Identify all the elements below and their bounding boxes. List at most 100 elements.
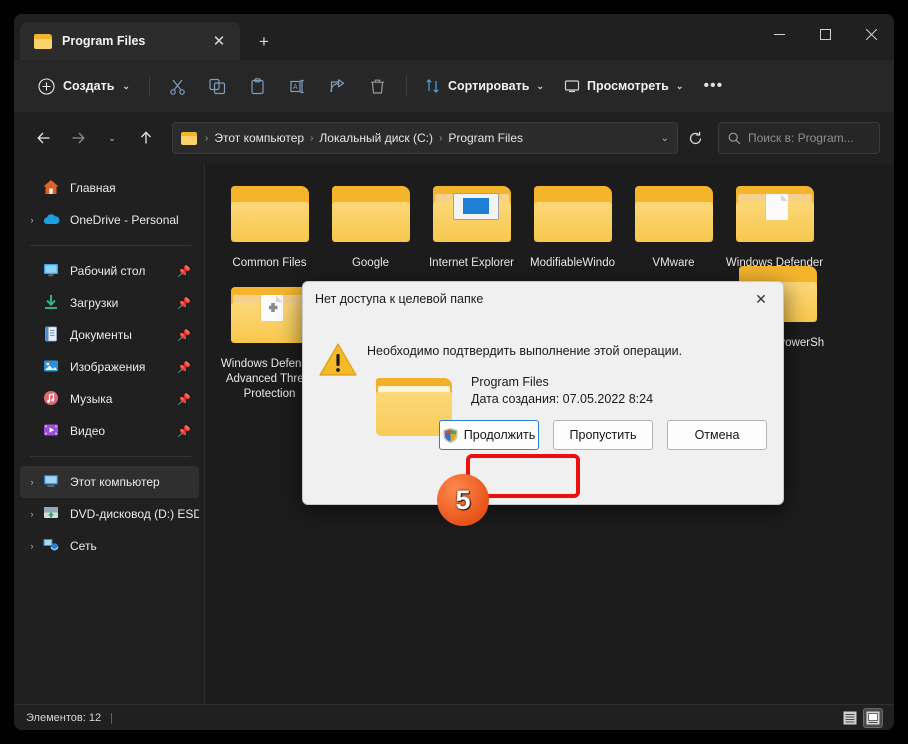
cut-button[interactable] bbox=[159, 69, 197, 103]
file-item[interactable]: ModifiableWindo bbox=[522, 174, 623, 271]
paste-button[interactable] bbox=[239, 69, 277, 103]
breadcrumb-separator: › bbox=[438, 132, 443, 144]
up-button[interactable] bbox=[130, 122, 162, 154]
dialog-button-row: Продолжить Пропустить Отмена bbox=[303, 420, 767, 450]
maximize-icon[interactable] bbox=[802, 14, 848, 54]
dialog-close-icon[interactable]: ✕ bbox=[739, 283, 783, 316]
refresh-button[interactable] bbox=[680, 123, 710, 153]
chevron-right-icon[interactable]: › bbox=[22, 472, 42, 492]
details-view-toggle[interactable] bbox=[841, 709, 859, 727]
folder-icon bbox=[328, 182, 414, 250]
minimize-icon[interactable] bbox=[756, 14, 802, 54]
file-label: ModifiableWindo bbox=[529, 257, 615, 269]
breadcrumb-item-0[interactable]: Этот компьютер bbox=[214, 131, 304, 145]
copy-button[interactable] bbox=[199, 69, 237, 103]
large-icons-view-toggle[interactable] bbox=[863, 707, 883, 728]
sidebar-item-home[interactable]: Главная bbox=[20, 172, 199, 204]
scissors-icon bbox=[170, 79, 186, 95]
new-button[interactable]: Создать ⌄ bbox=[28, 69, 140, 103]
sidebar-item-label: Музыка bbox=[70, 392, 113, 406]
pin-icon[interactable]: 📌 bbox=[177, 329, 199, 342]
clipboard-icon bbox=[251, 77, 265, 94]
share-icon bbox=[330, 78, 345, 92]
sidebar-item-desktop[interactable]: Рабочий стол 📌 bbox=[20, 255, 199, 287]
search-input[interactable]: Поиск в: Program... bbox=[718, 122, 880, 154]
expand-placeholder bbox=[22, 261, 42, 281]
tab-program-files[interactable]: Program Files ✕ bbox=[20, 22, 240, 60]
back-button[interactable] bbox=[28, 122, 60, 154]
sort-button-label: Сортировать bbox=[447, 79, 530, 93]
dialog-title: Нет доступа к целевой папке bbox=[315, 292, 484, 306]
dialog-file-date: Дата создания: 07.05.2022 8:24 bbox=[471, 392, 654, 406]
rename-button[interactable]: A bbox=[279, 69, 317, 103]
sidebar-item-this-pc[interactable]: › Этот компьютер bbox=[20, 466, 199, 498]
pin-icon[interactable]: 📌 bbox=[177, 265, 199, 278]
file-label: Common Files bbox=[232, 257, 307, 269]
address-bar[interactable]: › Этот компьютер › Локальный диск (C:) ›… bbox=[172, 122, 678, 154]
close-icon[interactable] bbox=[848, 14, 894, 54]
more-options-button[interactable]: ••• bbox=[694, 69, 732, 103]
breadcrumb-item-2[interactable]: Program Files bbox=[448, 131, 523, 145]
pin-icon[interactable]: 📌 bbox=[177, 425, 199, 438]
sidebar-item-videos[interactable]: Видео 📌 bbox=[20, 415, 199, 447]
chevron-right-icon[interactable]: › bbox=[22, 210, 42, 230]
sidebar-item-network[interactable]: › Сеть bbox=[20, 530, 199, 562]
documents-icon bbox=[42, 325, 62, 345]
sidebar-item-downloads[interactable]: Загрузки 📌 bbox=[20, 287, 199, 319]
chevron-right-icon[interactable]: › bbox=[22, 536, 42, 556]
sidebar-item-label: Этот компьютер bbox=[70, 475, 160, 489]
forward-button[interactable] bbox=[62, 122, 94, 154]
recent-locations-button[interactable]: ⌄ bbox=[96, 122, 128, 154]
cancel-button[interactable]: Отмена bbox=[667, 420, 767, 450]
folder-with-puzzle-icon bbox=[227, 283, 313, 351]
folder-icon bbox=[631, 182, 717, 250]
uac-shield-icon bbox=[443, 427, 458, 443]
pin-icon[interactable]: 📌 bbox=[177, 361, 199, 374]
address-dropdown-icon[interactable]: ⌄ bbox=[655, 133, 669, 144]
sidebar-item-pictures[interactable]: Изображения 📌 bbox=[20, 351, 199, 383]
tab-close-icon[interactable]: ✕ bbox=[206, 28, 232, 54]
sidebar-item-label: Сеть bbox=[70, 539, 97, 553]
file-item[interactable]: Common Files bbox=[219, 174, 320, 271]
sort-button[interactable]: Сортировать ⌄ bbox=[416, 69, 553, 103]
sidebar-item-music[interactable]: Музыка 📌 bbox=[20, 383, 199, 415]
folder-icon bbox=[530, 182, 616, 250]
chevron-right-icon[interactable]: › bbox=[22, 504, 42, 524]
desktop-icon bbox=[42, 261, 62, 281]
file-item[interactable]: VMware bbox=[623, 174, 724, 271]
dvd-drive-icon bbox=[42, 504, 62, 524]
pin-icon[interactable]: 📌 bbox=[177, 297, 199, 310]
delete-button[interactable] bbox=[359, 69, 397, 103]
sidebar-item-label: OneDrive - Personal bbox=[70, 213, 179, 227]
trash-icon bbox=[371, 79, 385, 94]
sidebar-item-documents[interactable]: Документы 📌 bbox=[20, 319, 199, 351]
sidebar-item-dvd-drive[interactable]: › DVD-дисковод (D:) ESD-IS bbox=[20, 498, 199, 530]
chevron-down-icon: ⌄ bbox=[108, 132, 116, 143]
sidebar-item-label: Изображения bbox=[70, 360, 146, 374]
copy-icon bbox=[209, 78, 226, 94]
videos-icon bbox=[42, 421, 62, 441]
folder-icon bbox=[227, 182, 313, 250]
breadcrumb-item-1[interactable]: Локальный диск (C:) bbox=[319, 131, 433, 145]
continue-button[interactable]: Продолжить bbox=[439, 420, 539, 450]
folder-with-document-icon bbox=[732, 182, 818, 250]
expand-placeholder bbox=[22, 178, 42, 198]
view-button[interactable]: Просмотреть ⌄ bbox=[555, 69, 692, 103]
file-item[interactable]: Internet Explorer bbox=[421, 174, 522, 271]
dialog-message: Необходимо подтвердить выполнение этой о… bbox=[367, 344, 683, 358]
toolbar-divider bbox=[148, 76, 150, 96]
sidebar-item-onedrive[interactable]: › OneDrive - Personal bbox=[20, 204, 199, 236]
skip-button[interactable]: Пропустить bbox=[553, 420, 653, 450]
chevron-down-icon: ⌄ bbox=[536, 80, 544, 91]
svg-text:A: A bbox=[293, 84, 298, 91]
breadcrumb-separator: › bbox=[205, 132, 209, 144]
status-bar: Элементов: 12 | bbox=[14, 704, 894, 730]
item-count-label: Элементов: 12 bbox=[26, 711, 102, 724]
pin-icon[interactable]: 📌 bbox=[177, 393, 199, 406]
new-tab-button[interactable]: + bbox=[248, 25, 280, 57]
share-button[interactable] bbox=[319, 69, 357, 103]
dialog-file-name: Program Files bbox=[471, 375, 549, 389]
dialog-title-bar: Нет доступа к целевой папке ✕ bbox=[303, 282, 783, 316]
file-item[interactable]: Google bbox=[320, 174, 421, 271]
screenshot-root: Program Files ✕ + Создать ⌄ A Сортироват… bbox=[0, 0, 908, 744]
